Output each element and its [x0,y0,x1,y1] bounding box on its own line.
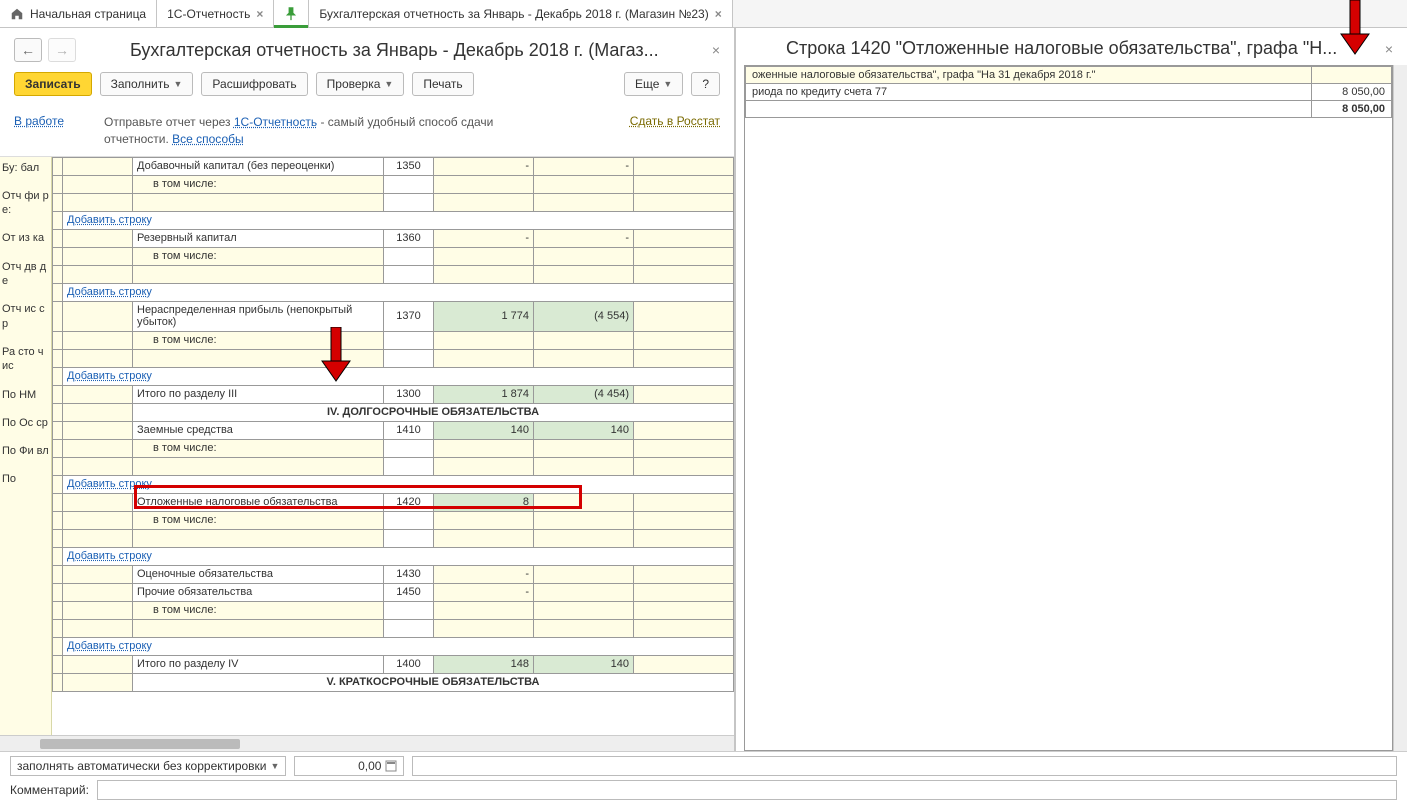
chevron-down-icon: ▼ [384,79,393,89]
decode-button[interactable]: Расшифровать [201,72,307,96]
tab-report-2018[interactable]: Бухгалтерская отчетность за Январь - Дек… [309,0,732,27]
row-1420-label[interactable]: Отложенные налоговые обязательства [133,493,384,511]
detail-grid[interactable]: оженные налоговые обязательства", графа … [744,65,1393,751]
chevron-down-icon: ▼ [271,761,280,771]
help-button[interactable]: ? [691,72,720,96]
tab-pinned[interactable] [274,0,309,27]
info-text: Отправьте отчет через 1С-Отчетность - са… [104,114,544,148]
check-button[interactable]: Проверка▼ [316,72,405,96]
calculator-icon [385,760,397,772]
left-toolbar: Записать Заполнить▼ Расшифровать Проверк… [0,68,734,106]
more-button[interactable]: Еще▼ [624,72,683,96]
bottom-bar: заполнять автоматически без корректировк… [0,751,1407,803]
report-grid[interactable]: Добавочный капитал (без переоценки)1350-… [52,157,734,735]
add-row-link[interactable]: Добавить строку [67,214,152,226]
tab-report-label: Бухгалтерская отчетность за Январь - Дек… [319,7,708,21]
detail-row-label[interactable]: риода по кредиту счета 77 [746,84,1312,101]
horizontal-scrollbar[interactable] [0,735,734,751]
add-row-link[interactable]: Добавить строку [67,286,152,298]
left-pane: ← → Бухгалтерская отчетность за Январь -… [0,28,736,751]
fill-mode-combo[interactable]: заполнять автоматически без корректировк… [10,756,286,776]
comment-field[interactable] [97,780,1397,800]
close-icon[interactable]: × [256,7,263,21]
add-row-link[interactable]: Добавить строку [67,550,152,562]
add-row-link[interactable]: Добавить строку [67,370,152,382]
report-sections-sidebar[interactable]: Бу: бал Отч фи ре: От из ка Отч дв де От… [0,157,52,735]
detail-total: 8 050,00 [1312,101,1392,118]
rosstat-link[interactable]: Сдать в Росстат [630,114,720,128]
save-button[interactable]: Записать [14,72,92,96]
close-icon[interactable]: × [715,7,722,21]
extra-field[interactable] [412,756,1397,776]
vertical-scrollbar[interactable] [1393,65,1407,751]
home-icon [10,7,24,21]
tab-1c-report[interactable]: 1С-Отчетность × [157,0,274,27]
chevron-down-icon: ▼ [663,79,672,89]
detail-header: оженные налоговые обязательства", графа … [746,67,1312,84]
fill-button[interactable]: Заполнить▼ [100,72,194,96]
pin-icon [284,7,298,21]
tab-1c-label: 1С-Отчетность [167,7,250,21]
status-link[interactable]: В работе [14,114,64,128]
tabs-bar: Начальная страница 1С-Отчетность × Бухга… [0,0,1407,28]
link-1c-report[interactable]: 1С-Отчетность [234,115,317,129]
close-pane-button[interactable]: × [712,42,720,58]
tab-home[interactable]: Начальная страница [0,0,157,27]
add-row-link[interactable]: Добавить строку [67,640,152,652]
close-pane-button[interactable]: × [1385,41,1393,57]
amount-field[interactable]: 0,00 [294,756,404,776]
right-pane: Строка 1420 "Отложенные налоговые обязат… [736,28,1407,751]
row-1420-value[interactable]: 8 [434,493,534,511]
left-pane-title: Бухгалтерская отчетность за Январь - Дек… [130,40,659,61]
detail-row-value: 8 050,00 [1312,84,1392,101]
add-row-link[interactable]: Добавить строку [67,478,152,490]
link-all-ways[interactable]: Все способы [172,132,244,146]
tab-home-label: Начальная страница [30,7,146,21]
nav-back-button[interactable]: ← [14,38,42,62]
nav-forward-button[interactable]: → [48,38,76,62]
comment-label: Комментарий: [10,783,89,797]
right-pane-title: Строка 1420 "Отложенные налоговые обязат… [786,38,1337,59]
print-button[interactable]: Печать [412,72,473,96]
chevron-down-icon: ▼ [174,79,183,89]
